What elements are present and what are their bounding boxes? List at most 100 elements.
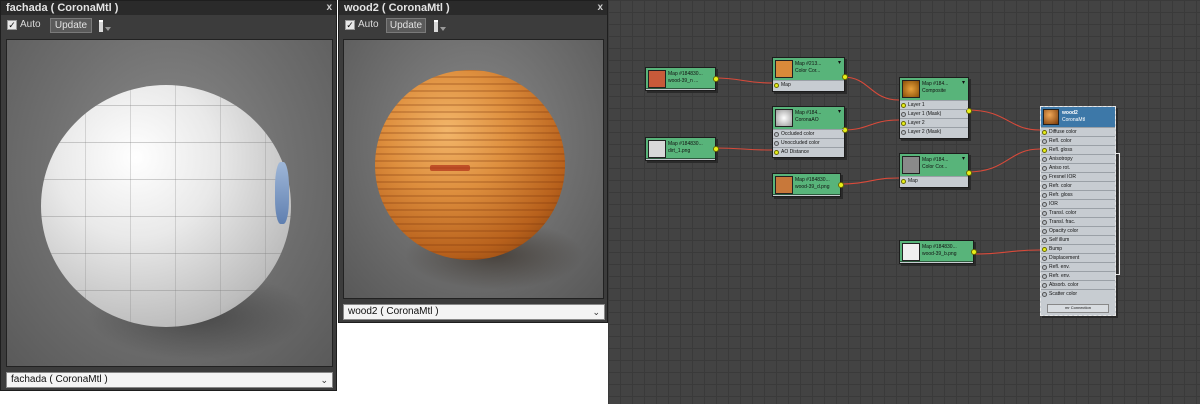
- preview-viewport[interactable]: [343, 39, 604, 299]
- input-socket[interactable]: [1042, 166, 1047, 171]
- node-title: Map #184830...: [668, 141, 703, 147]
- close-icon[interactable]: x: [326, 1, 332, 15]
- input-socket[interactable]: [1042, 148, 1047, 153]
- input-slot[interactable]: Refl. color: [1041, 136, 1115, 145]
- input-socket[interactable]: [901, 103, 906, 108]
- input-slot[interactable]: Unoccluded color: [773, 138, 844, 147]
- input-slot[interactable]: Occluded color: [773, 129, 844, 138]
- input-socket[interactable]: [774, 150, 779, 155]
- node-color-correction-1[interactable]: Map #213... Color Cor... ▾ Map: [772, 57, 848, 92]
- node-composite[interactable]: Map #184... Composite ▾ Layer 1 Layer 1 …: [899, 77, 972, 139]
- input-slot[interactable]: AO Distance: [773, 147, 844, 156]
- mr-connection-footer[interactable]: mr Connection: [1047, 304, 1109, 313]
- node-color-correction-2[interactable]: Map #184... Color Cor... ▾ Map: [899, 153, 972, 188]
- input-slot[interactable]: Refr. color: [1041, 181, 1115, 190]
- output-socket[interactable]: [971, 249, 977, 255]
- output-socket[interactable]: [713, 146, 719, 152]
- panel-title-bar[interactable]: wood2 ( CoronaMtl ) x: [339, 1, 607, 15]
- node-menu-icon[interactable]: ▾: [962, 79, 965, 86]
- filter-icon[interactable]: [433, 19, 447, 33]
- input-socket[interactable]: [901, 121, 906, 126]
- input-slot[interactable]: IOR: [1041, 199, 1115, 208]
- node-menu-icon[interactable]: ▾: [838, 59, 841, 66]
- bitmap-thumbnail: [775, 176, 793, 194]
- input-slot[interactable]: Layer 2: [900, 118, 968, 127]
- input-socket[interactable]: [1042, 130, 1047, 135]
- node-title: wood2: [1062, 110, 1078, 116]
- node-map-wood39-b[interactable]: Map #184830... wood-39_b.png: [899, 240, 977, 264]
- input-socket[interactable]: [1042, 265, 1047, 270]
- input-slot[interactable]: Transl. frac.: [1041, 217, 1115, 226]
- input-socket[interactable]: [901, 112, 906, 117]
- node-title: Map #213...: [795, 61, 822, 67]
- input-socket[interactable]: [1042, 175, 1047, 180]
- input-socket[interactable]: [774, 132, 779, 137]
- input-socket[interactable]: [1042, 292, 1047, 297]
- input-socket[interactable]: [1042, 193, 1047, 198]
- input-slot[interactable]: Refl. env.: [1041, 262, 1115, 271]
- input-socket[interactable]: [1042, 274, 1047, 279]
- preview-viewport[interactable]: [6, 39, 333, 367]
- input-socket[interactable]: [1042, 211, 1047, 216]
- filter-icon[interactable]: [98, 19, 112, 33]
- bitmap-thumbnail: [902, 243, 920, 261]
- input-slot[interactable]: Anisotropy: [1041, 154, 1115, 163]
- panel-title-bar[interactable]: fachada ( CoronaMtl ) x: [1, 1, 336, 15]
- input-socket[interactable]: [1042, 157, 1047, 162]
- chevron-down-icon[interactable]: ⌄: [320, 373, 328, 387]
- update-button[interactable]: Update: [50, 18, 92, 33]
- input-slot[interactable]: Layer 2 (Mask): [900, 127, 968, 136]
- input-slot[interactable]: Scatter color: [1041, 289, 1115, 298]
- input-slot[interactable]: Refl. gloss: [1041, 145, 1115, 154]
- input-slot[interactable]: Displacement: [1041, 253, 1115, 262]
- node-wood2-coronamtl[interactable]: wood2 CoronaMtl Diffuse color Refl. color…: [1040, 106, 1120, 316]
- chevron-down-icon[interactable]: ⌄: [592, 305, 600, 319]
- input-socket[interactable]: [901, 130, 906, 135]
- input-slot[interactable]: Self illum: [1041, 235, 1115, 244]
- output-socket[interactable]: [838, 182, 844, 188]
- map-thumbnail: [775, 60, 793, 78]
- input-slot[interactable]: Layer 1: [900, 100, 968, 109]
- node-menu-icon[interactable]: ▾: [962, 155, 965, 162]
- node-map-dirt[interactable]: Map #184830... dirt_1.png: [645, 137, 719, 161]
- input-socket[interactable]: [1042, 256, 1047, 261]
- node-map-wood39-d[interactable]: Map #184830... wood-39_d.png: [772, 173, 844, 197]
- input-socket[interactable]: [774, 141, 779, 146]
- input-socket[interactable]: [1042, 139, 1047, 144]
- input-slot[interactable]: Diffuse color: [1041, 127, 1115, 136]
- input-socket[interactable]: [1042, 238, 1047, 243]
- update-button[interactable]: Update: [386, 18, 426, 33]
- node-title: Map #184...: [795, 110, 822, 116]
- auto-checkbox[interactable]: ✓: [345, 20, 355, 30]
- node-menu-icon[interactable]: ▾: [838, 108, 841, 115]
- input-slot[interactable]: Fresnel IOR: [1041, 172, 1115, 181]
- input-socket[interactable]: [774, 83, 779, 88]
- node-editor-canvas[interactable]: Map #184830... wood-39_n ... Map #184830…: [608, 0, 1200, 404]
- input-slot[interactable]: Map: [773, 80, 844, 89]
- input-slot[interactable]: Map: [900, 176, 968, 185]
- input-slot[interactable]: Aniso rot.: [1041, 163, 1115, 172]
- material-selector[interactable]: fachada ( CoronaMtl ) ⌄: [6, 372, 333, 388]
- input-slot[interactable]: Layer 1 (Mask): [900, 109, 968, 118]
- input-socket[interactable]: [1042, 247, 1047, 252]
- input-socket[interactable]: [1042, 229, 1047, 234]
- material-preview-panel-wood2: wood2 ( CoronaMtl ) x ✓ Auto Update wood…: [338, 0, 608, 323]
- auto-checkbox[interactable]: ✓: [7, 20, 17, 30]
- input-slot[interactable]: Bump: [1041, 244, 1115, 253]
- input-slot[interactable]: Transl. color: [1041, 208, 1115, 217]
- bitmap-thumbnail: [648, 140, 666, 158]
- node-corona-ao[interactable]: Map #184... CoronaAO ▾ Occluded color Un…: [772, 106, 848, 158]
- input-socket[interactable]: [901, 179, 906, 184]
- output-socket[interactable]: [713, 76, 719, 82]
- input-socket[interactable]: [1042, 184, 1047, 189]
- input-socket[interactable]: [1042, 283, 1047, 288]
- material-selector[interactable]: wood2 ( CoronaMtl ) ⌄: [343, 304, 605, 320]
- close-icon[interactable]: x: [597, 1, 603, 15]
- input-slot[interactable]: Refr. gloss: [1041, 190, 1115, 199]
- input-slot[interactable]: Opacity color: [1041, 226, 1115, 235]
- input-slot[interactable]: Refr. env.: [1041, 271, 1115, 280]
- node-map-wood39-n[interactable]: Map #184830... wood-39_n ...: [645, 67, 719, 91]
- input-socket[interactable]: [1042, 202, 1047, 207]
- input-socket[interactable]: [1042, 220, 1047, 225]
- input-slot[interactable]: Absorb. color: [1041, 280, 1115, 289]
